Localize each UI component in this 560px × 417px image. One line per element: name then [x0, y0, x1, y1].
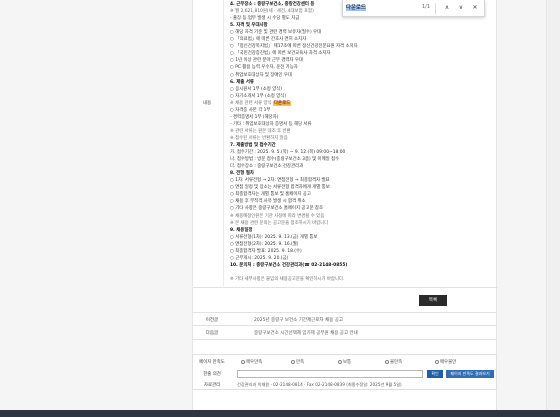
find-match-count: 1/1	[422, 4, 431, 10]
survey-results-button[interactable]: 페이지 만족도 결과보기	[446, 370, 494, 378]
body-line: ※ 기타 세부사항은 붙임의 채용공고문을 확인하시기 바랍니다.	[230, 276, 345, 282]
right-margin	[497, 0, 560, 417]
next-post-row[interactable]: 다음글 중랑구보건소 시간선택제 임기제 공무원 채용 공고 안내	[192, 326, 497, 340]
radio-dissatisfied[interactable]: 불만족	[385, 359, 402, 365]
satisfaction-survey: 페이지 만족도 매우만족 만족 보통 불만족 매우불만 한줄 의견 확인 페이지…	[192, 354, 497, 390]
list-button[interactable]: 목록	[419, 295, 447, 306]
radio-very-satisfied[interactable]: 매우만족	[241, 359, 262, 365]
manager-label: 자료관리	[203, 383, 221, 388]
find-bar: 다운로드 1/1 ∧ ∨ ✕	[342, 0, 485, 17]
search-highlight[interactable]: 다운로드	[272, 100, 292, 106]
content-row-label: 내용	[202, 101, 212, 106]
find-close-icon[interactable]: ✕	[470, 3, 480, 13]
body-line: ○ 서류전형(1차): 2025. 9. 13.(금) 개별 통보	[230, 234, 318, 240]
body-line: ※ 본 채용 관련 문의는 공고문을 참조하시기 바랍니다	[230, 220, 329, 226]
prev-post-link[interactable]: 2025년 중랑구 보건소 기간제근로자 채용 공고	[254, 317, 343, 323]
body-line: ○ PC 활용 능력 우수자, 운전 가능자	[230, 65, 298, 71]
body-line: ○ 「의료법」에 따른 간호사 면허 소지자	[230, 37, 307, 43]
find-prev-icon[interactable]: ∧	[442, 3, 452, 13]
post-content: 내용 4. 근무장소 : 중랑구보건소, 중랑건강센터 등 ※ 월 2,621,…	[192, 0, 498, 410]
radio-circle-icon	[241, 359, 245, 364]
next-post-link[interactable]: 중랑구보건소 시간선택제 임기제 공무원 채용 공고 안내	[254, 330, 358, 336]
body-line: - 경력증명서 1부 (해당자)	[230, 114, 279, 120]
divider	[193, 287, 498, 288]
body-line: 다. 접수장소 : 중랑구보건소 건강관리과	[230, 164, 304, 170]
body-line: ○ 채용 후 부적격 사유 발생 시 합격 취소	[230, 199, 306, 205]
body-line: ※ 관련 서류는 원본 대조 후 반환	[230, 128, 291, 134]
body-line: ※ 채용예정인원은 기관 사정에 따라 변경될 수 있음	[230, 213, 325, 219]
body-line: ○ 자격증 사본 각 1부	[230, 107, 271, 113]
radio-circle-icon	[435, 359, 439, 364]
body-line: - 출장 등 업무 발생 시 수당 별도 지급	[230, 16, 300, 22]
body-line: ○ 해당 자격 기준 및 관련 경력 보유자(필수) 우대	[230, 30, 322, 36]
body-line: ○ 면접전형(2차): 2025. 9. 16.(월)	[230, 241, 299, 247]
find-query: 다운로드	[346, 5, 366, 11]
manager-info: 건강관리과 이재원 · 02-2148-0814 · Fax 02-2148-0…	[237, 382, 402, 387]
body-line: ○ 기타 사항은 중랑구보건소 홈페이지 공고문 참조	[230, 206, 323, 212]
scrollbar-track[interactable]	[546, 0, 560, 417]
satisfaction-label: 페이지 만족도	[199, 360, 225, 365]
opinion-input[interactable]	[237, 370, 423, 378]
body-line: ※ 접수된 서류는 반환하지 않음	[230, 135, 288, 141]
body-line: ○ 1년 이상 관련 분야 근무 경력자 우대	[230, 58, 303, 64]
post-body: 4. 근무장소 : 중랑구보건소, 중랑건강센터 등 ※ 월 2,621,810…	[223, 0, 495, 286]
body-line: 6. 제출 서류	[230, 79, 254, 85]
body-line: ※ 월 2,621,810원(세 · 세전, 4대보험 포함)	[230, 9, 314, 15]
find-next-icon[interactable]: ∨	[456, 3, 466, 13]
body-line: ○ 「정신건강복지법」 제17조에 따른 정신건강전문요원 자격 소지자	[230, 44, 358, 50]
body-line: ○ 최종합격자 발표: 2025. 9. 18.(수)	[230, 248, 302, 254]
find-input[interactable]: 다운로드	[346, 3, 406, 13]
next-post-label: 다음글	[205, 331, 219, 336]
body-line: ○ 자기소개서 1부 (소정 양식)	[230, 93, 287, 99]
footer-bar	[0, 410, 560, 417]
radio-very-dissatisfied[interactable]: 매우불만	[435, 359, 456, 365]
body-line: 8. 전형 절차	[230, 171, 254, 177]
prev-post-row[interactable]: 이전글 2025년 중랑구 보건소 기간제근로자 채용 공고	[192, 312, 497, 326]
confirm-button[interactable]: 확인	[427, 370, 443, 378]
radio-neutral[interactable]: 보통	[338, 359, 351, 365]
body-line: ※ 채용 관련 서류 양식 다운로드	[230, 100, 292, 106]
body-line: - 기타 : 취업보호대상자 증명서 등 해당 서류	[230, 121, 312, 127]
body-line: ○ 면접 일정 및 장소는 서류전형 합격자에게 개별 통보	[230, 185, 330, 191]
body-line: 10. 문의처 : 중랑구보건소 건강관리과(☎ 02-2148-0855)	[230, 262, 348, 268]
body-line: ○ 취업보호대상자 및 장애인 우대	[230, 72, 292, 78]
body-line: 나. 접수방법 : 방문 접수(중랑구보건소 3층) 및 이메일 접수	[230, 157, 340, 163]
radio-circle-icon	[338, 359, 342, 364]
body-line: ○ 응시원서 1부 (소정 양식)	[230, 86, 282, 92]
body-line: 4. 근무장소 : 중랑구보건소, 중랑건강센터 등	[230, 2, 315, 7]
body-line: 5. 자격 및 우대사항	[230, 23, 268, 29]
body-line: 가. 접수기간 : 2025. 9. 5.(목) ~ 9. 12.(목) 09:…	[230, 150, 346, 156]
body-line: ○ 「국민건강증진법」에 따른 보건교육사 자격 소지자	[230, 51, 331, 57]
body-line: 9. 채용일정	[230, 227, 253, 233]
prev-post-label: 이전글	[205, 318, 219, 323]
body-line-text: ※ 채용 관련 서류 양식	[230, 100, 273, 106]
opinion-label: 한줄 의견	[203, 372, 221, 377]
body-line: 7. 제출방법 및 접수기간	[230, 143, 276, 148]
body-line: ○ 근무개시: 2025. 9. 20.(금)	[230, 255, 289, 261]
body-line: ○ 최종합격자는 개별 통보 및 홈페이지 공고	[230, 192, 311, 198]
radio-circle-icon	[291, 359, 295, 364]
find-separator	[435, 3, 436, 14]
radio-satisfied[interactable]: 만족	[291, 359, 304, 365]
left-margin	[0, 0, 192, 417]
radio-circle-icon	[385, 359, 389, 364]
body-line: ○ 1차: 서류전형 → 2차: 면접전형 → 최종합격자 발표	[230, 178, 330, 184]
